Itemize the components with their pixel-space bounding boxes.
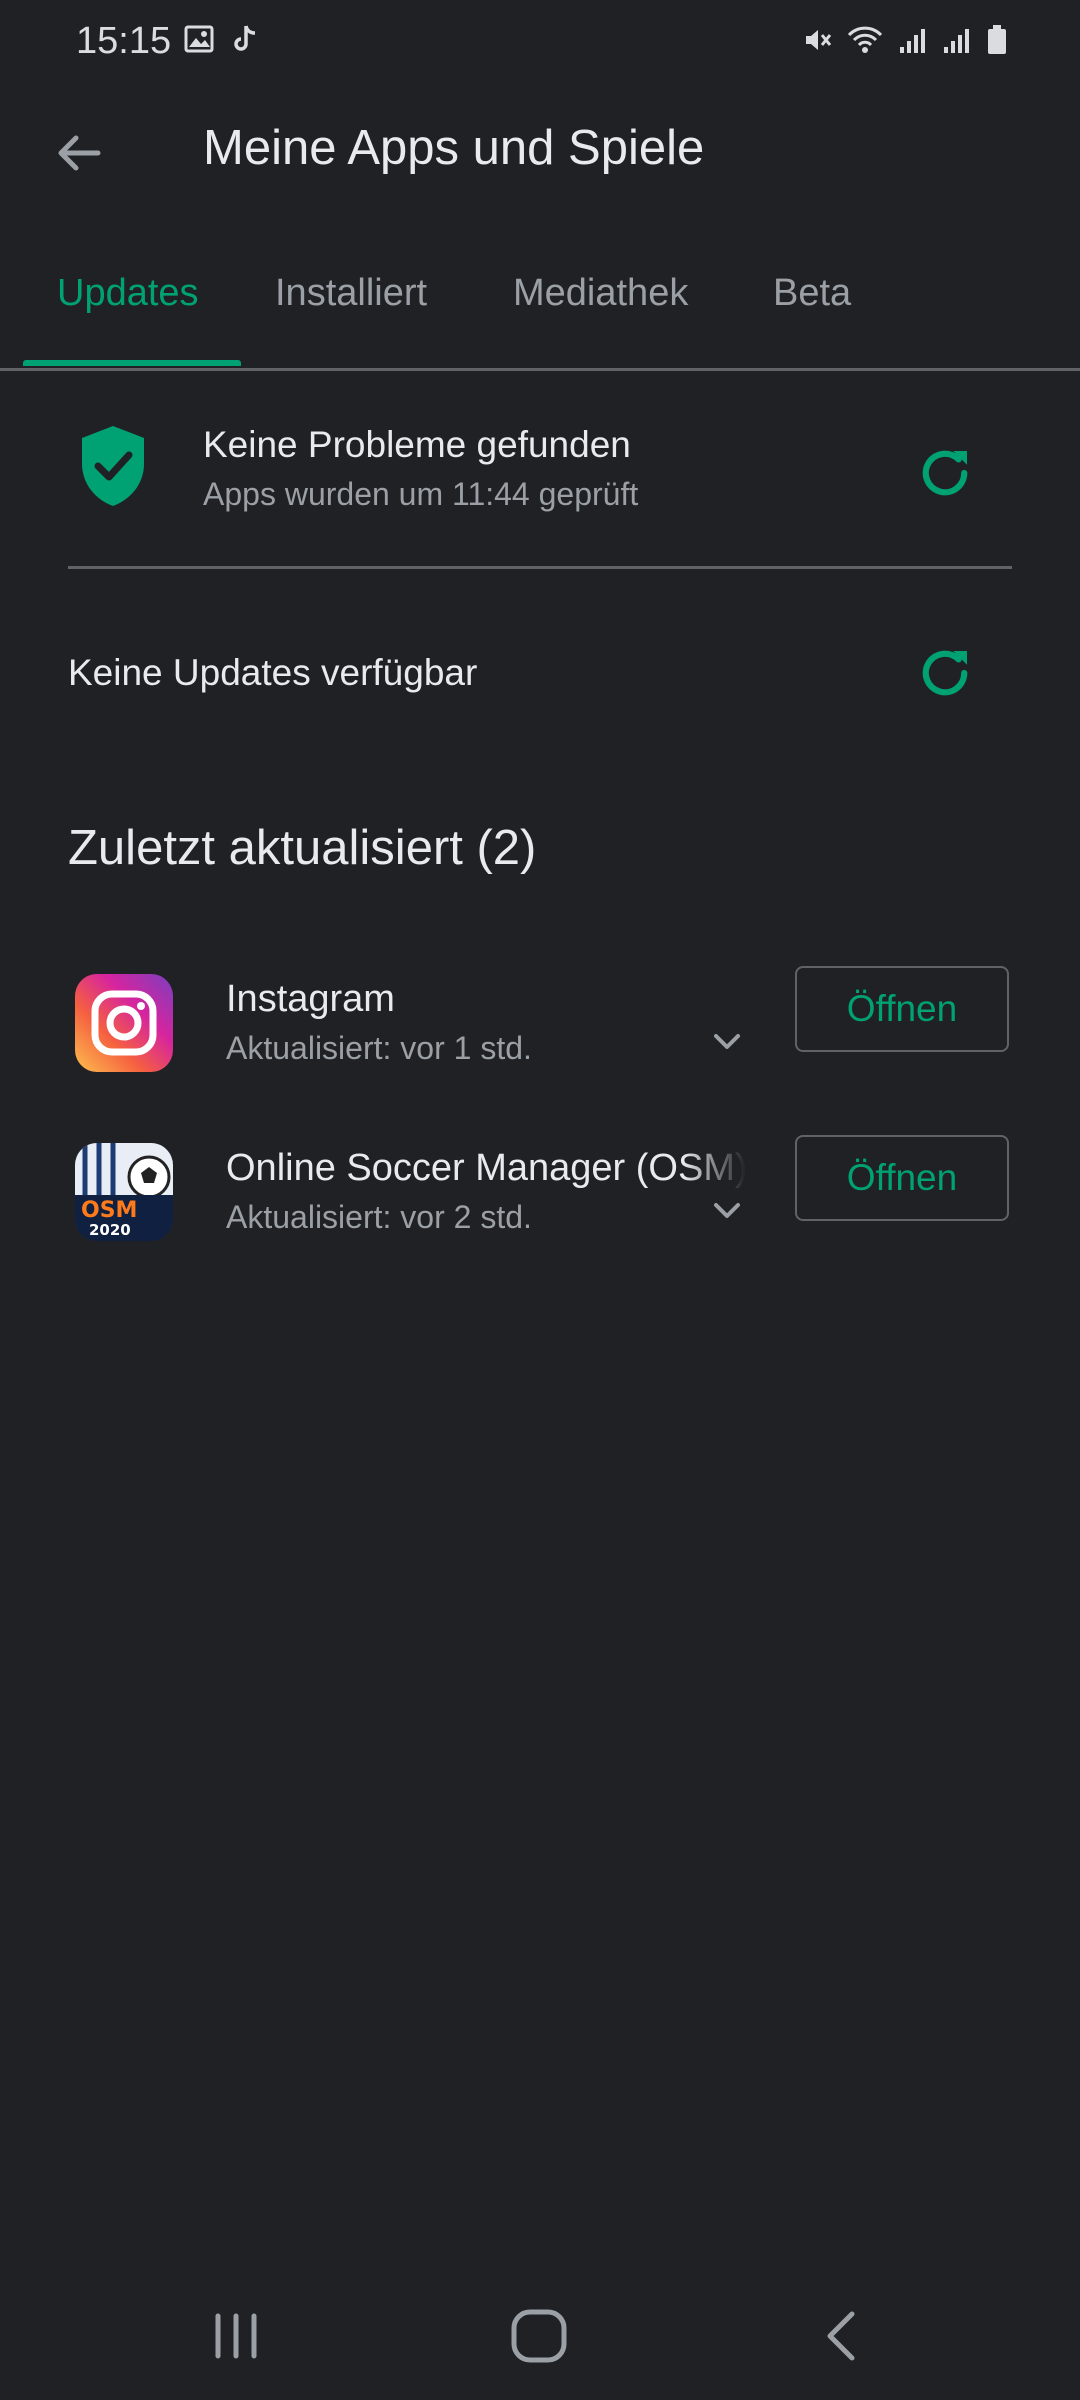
page-title: Meine Apps und Spiele [203,121,705,175]
app-row-instagram[interactable]: Instagram Aktualisiert: vor 1 std. Öffne… [0,958,1080,1118]
mute-icon [806,30,832,50]
tab-installiert[interactable]: Installiert [275,272,427,315]
recently-updated-header: Zuletzt aktualisiert (2) [68,821,537,875]
screen: 15:15 Meine Apps und Spiele Updates Inst… [0,0,1080,2400]
tab-bar: Updates Installiert Mediathek Beta [0,236,1080,371]
app-updated-time: Aktualisiert: vor 1 std. [226,1030,532,1066]
osm-icon-text: OSM [81,1198,137,1223]
app-bar: Meine Apps und Spiele [0,90,1080,210]
status-bar: 15:15 [0,0,1080,90]
security-subtitle: Apps wurden um 11:44 geprüft [203,476,639,512]
home-icon[interactable] [508,2306,570,2366]
shield-check-icon [82,426,144,506]
refresh-icon[interactable] [912,440,978,506]
tiktok-icon [234,25,256,51]
open-button[interactable]: Öffnen [795,966,1009,1052]
tab-mediathek[interactable]: Mediathek [513,272,688,315]
osm-icon: OSM 2020 [75,1143,173,1241]
instagram-glyph [91,990,157,1056]
arrow-left-icon [58,135,101,171]
no-updates-label: Keine Updates verfügbar [68,652,478,693]
app-row-osm[interactable]: OSM 2020 Online Soccer Manager (OSM) Akt… [0,1127,1080,1287]
refresh-updates-icon[interactable] [912,640,978,706]
back-icon[interactable] [812,2306,872,2366]
signal-roaming-icon [944,29,969,53]
tab-beta[interactable]: Beta [773,272,851,315]
battery-icon [988,25,1006,54]
app-updated-time: Aktualisiert: vor 2 std. [226,1199,532,1235]
image-icon [184,25,214,53]
osm-icon-year: 2020 [89,1221,131,1239]
tab-indicator [23,360,241,366]
chevron-down-icon[interactable] [708,1026,746,1056]
instagram-icon [75,974,173,1072]
signal-icon [900,29,925,53]
status-right-icons [802,24,1008,56]
chevron-down-icon[interactable] [708,1195,746,1225]
back-button[interactable] [44,118,114,188]
status-left-icons [184,24,258,54]
tab-updates[interactable]: Updates [57,272,199,315]
wifi-icon [847,26,883,53]
navigation-bar [0,2280,1080,2400]
security-title: Keine Probleme gefunden [203,424,631,465]
play-protect-status: Keine Probleme gefunden Apps wurden um 1… [0,368,1080,568]
open-button[interactable]: Öffnen [795,1135,1009,1221]
recents-icon[interactable] [206,2306,266,2366]
app-name: Online Soccer Manager (OSM) [226,1147,746,1189]
osm-glyph: OSM 2020 [75,1143,173,1241]
app-name: Instagram [226,978,395,1020]
divider [68,566,1012,569]
status-time: 15:15 [76,20,172,62]
